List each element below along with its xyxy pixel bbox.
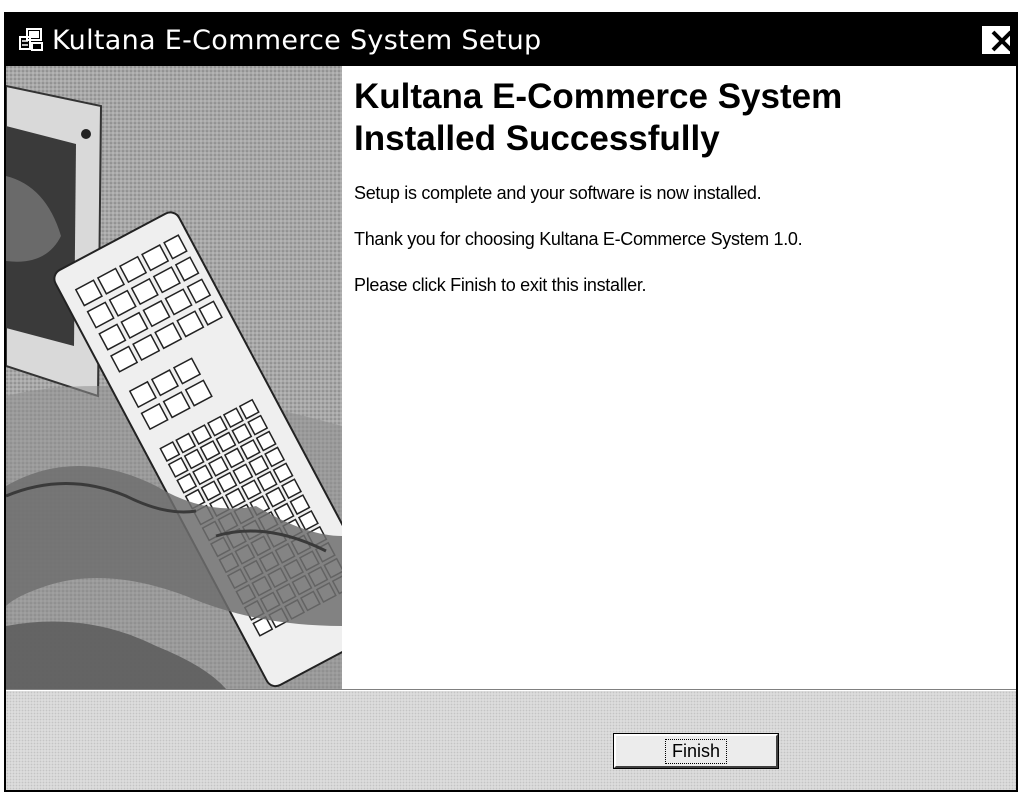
finish-button[interactable]: Finish [613,733,779,769]
installer-icon [18,27,44,53]
thank-you-text: Thank you for choosing Kultana E-Commerc… [354,229,803,249]
finish-instruction-text: Please click Finish to exit this install… [354,275,647,295]
page-heading: Kultana E-Commerce System Installed Succ… [354,76,1004,160]
heading-line-1: Kultana E-Commerce System [354,77,843,116]
title-bar[interactable]: Kultana E-Commerce System Setup [6,14,1016,66]
heading-line-2: Installed Successfully [354,119,720,158]
setup-dialog: Kultana E-Commerce System Setup Kultana … [4,12,1018,792]
close-button[interactable] [980,24,1013,56]
content-area: Kultana E-Commerce System Installed Succ… [354,76,1004,320]
setup-complete-text: Setup is complete and your software is n… [354,183,762,203]
button-bar [6,691,1016,790]
wizard-side-image [6,66,342,689]
close-icon [991,30,1013,52]
window-title: Kultana E-Commerce System Setup [52,24,542,56]
finish-button-label: Finish [664,738,727,764]
